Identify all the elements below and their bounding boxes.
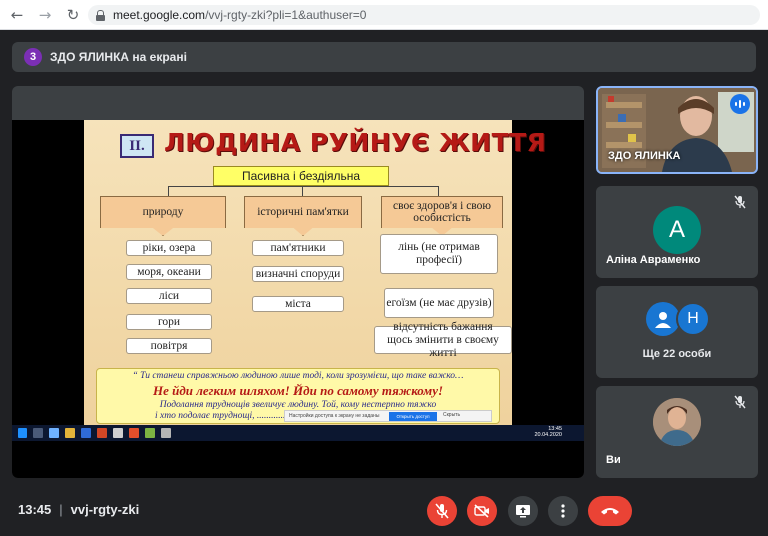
present-screen-icon xyxy=(516,505,530,518)
present-screen-button[interactable] xyxy=(508,496,538,526)
item-rivers: ріки, озера xyxy=(126,240,212,256)
category-self: своє здоров'я і свою особистість xyxy=(381,196,503,236)
participant-name: ЗДО ЯЛИНКА xyxy=(608,150,681,162)
quote-highlight: Не йди легким шляхом! Йди по самому тяжк… xyxy=(152,383,444,398)
quote-line: “ Ти станеш справжньою людиною лише тоді… xyxy=(132,371,464,381)
slide-title: ЛЮДИНА РУЙНУЄ ЖИТТЯ xyxy=(164,128,547,157)
participant-tile-self[interactable]: Ви xyxy=(596,386,758,478)
person-icon xyxy=(646,302,680,336)
share-notification: Настройки доступа к экрану не заданы Отк… xyxy=(284,410,492,422)
store-icon[interactable] xyxy=(113,428,123,438)
windows-start-icon[interactable] xyxy=(18,428,27,438)
leave-call-button[interactable] xyxy=(588,496,632,526)
presenting-banner[interactable]: 3 ЗДО ЯЛИНКА на екрані xyxy=(12,42,756,72)
app-icon[interactable] xyxy=(145,428,155,438)
item-egoism: егоїзм (не має друзів) xyxy=(384,288,494,318)
chrome-icon[interactable] xyxy=(129,428,139,438)
item-seas: моря, океани xyxy=(126,264,212,280)
speaking-indicator-icon xyxy=(730,94,750,114)
screen-share: II. ЛЮДИНА РУЙНУЄ ЖИТТЯ Пасивна і бездія… xyxy=(12,120,584,478)
explorer-icon[interactable] xyxy=(65,428,75,438)
item-laziness: лінь (не отримав професії) xyxy=(380,234,498,274)
participant-count-badge: 3 xyxy=(24,48,42,66)
presentation-slide: II. ЛЮДИНА РУЙНУЄ ЖИТТЯ Пасивна і бездія… xyxy=(84,120,546,425)
camera-off-icon xyxy=(474,504,489,518)
taskbar-clock: 13:45 20.04.2020 xyxy=(534,426,562,438)
item-no-desire: відсутність бажання щось змінити в своєм… xyxy=(374,321,512,359)
more-participants-text: Ще 22 особи xyxy=(642,348,712,360)
presenting-text: ЗДО ЯЛИНКА на екрані xyxy=(50,50,187,64)
lock-icon xyxy=(96,9,105,21)
mic-off-icon xyxy=(732,194,748,210)
item-landmarks: визначні споруди xyxy=(252,266,344,282)
connector-arrow xyxy=(302,186,303,196)
cortana-icon[interactable] xyxy=(33,428,43,438)
slide-number: II. xyxy=(120,134,154,158)
shared-screen-tile[interactable]: II. ЛЮДИНА РУЙНУЄ ЖИТТЯ Пасивна і бездія… xyxy=(12,86,584,478)
participant-tile-others[interactable]: Н Ще 22 особи xyxy=(596,286,758,378)
item-monuments: пам'ятники xyxy=(252,240,344,256)
category-monuments: історичні пам'ятки xyxy=(244,196,362,236)
browser-toolbar: ← → ↻ meet.google.com/vvj-rgty-zki?pli=1… xyxy=(0,0,768,30)
address-bar[interactable]: meet.google.com/vvj-rgty-zki?pli=1&authu… xyxy=(88,5,760,25)
quote-line: Подолання труднощів звеличує людину. Той… xyxy=(159,400,437,410)
item-forests: ліси xyxy=(126,288,212,304)
meeting-details[interactable]: 13:45 | vvj-rgty-zki xyxy=(18,502,139,517)
slide-center-box: Пасивна і бездіяльна xyxy=(213,166,389,186)
participant-name: Аліна Авраменко xyxy=(606,254,701,266)
connector-arrow xyxy=(168,186,169,196)
self-avatar xyxy=(653,398,701,446)
hang-up-icon xyxy=(601,508,619,515)
avatar: А xyxy=(653,206,701,254)
item-mountains: гори xyxy=(126,314,212,330)
hide-button[interactable]: Скрыть xyxy=(443,412,460,418)
avatar-group: Н xyxy=(646,302,712,336)
meeting-code: vvj-rgty-zki xyxy=(70,502,140,517)
participant-tile-alina[interactable]: А Аліна Авраменко xyxy=(596,186,758,278)
bottom-control-bar: 13:45 | vvj-rgty-zki xyxy=(0,486,768,536)
category-nature: природу xyxy=(100,196,226,236)
microphone-toggle-button[interactable] xyxy=(427,496,457,526)
app-icon[interactable] xyxy=(161,428,171,438)
reload-button[interactable]: ↻ xyxy=(62,4,84,26)
task-view-icon[interactable] xyxy=(49,428,59,438)
more-vert-icon xyxy=(561,504,565,518)
open-access-button[interactable]: Открыть доступ xyxy=(389,412,437,421)
forward-button[interactable]: → xyxy=(34,4,56,26)
connector-arrow xyxy=(438,186,439,196)
avatar: Н xyxy=(676,302,710,336)
participant-name: Ви xyxy=(606,454,621,466)
more-options-button[interactable] xyxy=(548,496,578,526)
clock-time: 13:45 xyxy=(18,502,52,517)
item-cities: міста xyxy=(252,296,344,312)
arrow-left-icon: ← xyxy=(10,5,24,24)
arrow-right-icon: → xyxy=(38,5,52,24)
item-air: повітря xyxy=(126,338,212,354)
powerpoint-icon[interactable] xyxy=(97,428,107,438)
mic-off-icon xyxy=(732,394,748,410)
mic-off-icon xyxy=(435,503,449,519)
url-text: meet.google.com/vvj-rgty-zki?pli=1&authu… xyxy=(113,8,367,22)
participant-tile-presenter[interactable]: ЗДО ЯЛИНКА xyxy=(596,86,758,174)
notification-text: Настройки доступа к экрану не заданы xyxy=(289,413,380,419)
edge-icon[interactable] xyxy=(81,428,91,438)
windows-taskbar: 13:45 20.04.2020 xyxy=(12,425,584,441)
separator: | xyxy=(59,502,63,517)
reload-icon: ↻ xyxy=(66,5,80,24)
camera-toggle-button[interactable] xyxy=(467,496,497,526)
back-button[interactable]: ← xyxy=(6,4,28,26)
